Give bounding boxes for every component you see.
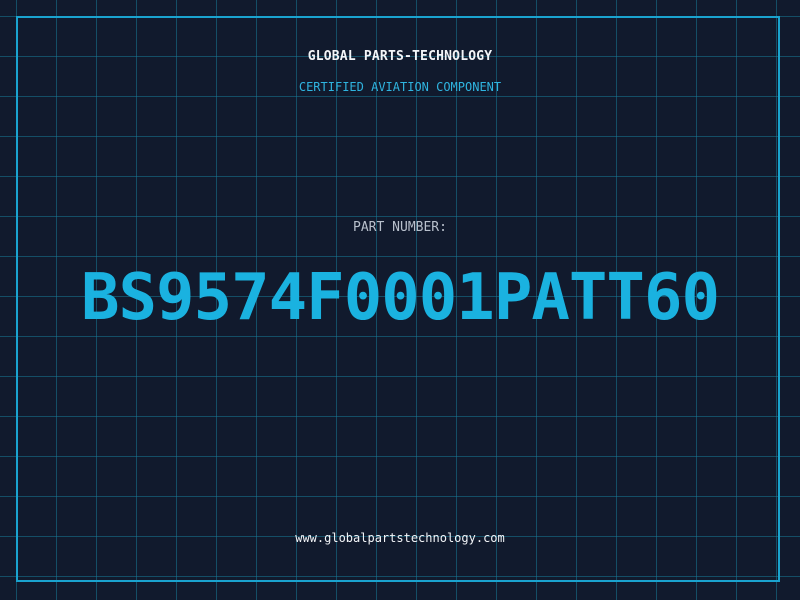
part-number-value: BS9574F0001PATT60 bbox=[80, 261, 720, 335]
company-name: GLOBAL PARTS-TECHNOLOGY bbox=[307, 49, 493, 64]
part-label-card: GLOBAL PARTS-TECHNOLOGY CERTIFIED AVIATI… bbox=[0, 0, 800, 600]
certification-subtitle: CERTIFIED AVIATION COMPONENT bbox=[298, 80, 502, 94]
website-url: www.globalpartstechnology.com bbox=[295, 531, 505, 545]
part-number-label: PART NUMBER: bbox=[353, 220, 447, 235]
